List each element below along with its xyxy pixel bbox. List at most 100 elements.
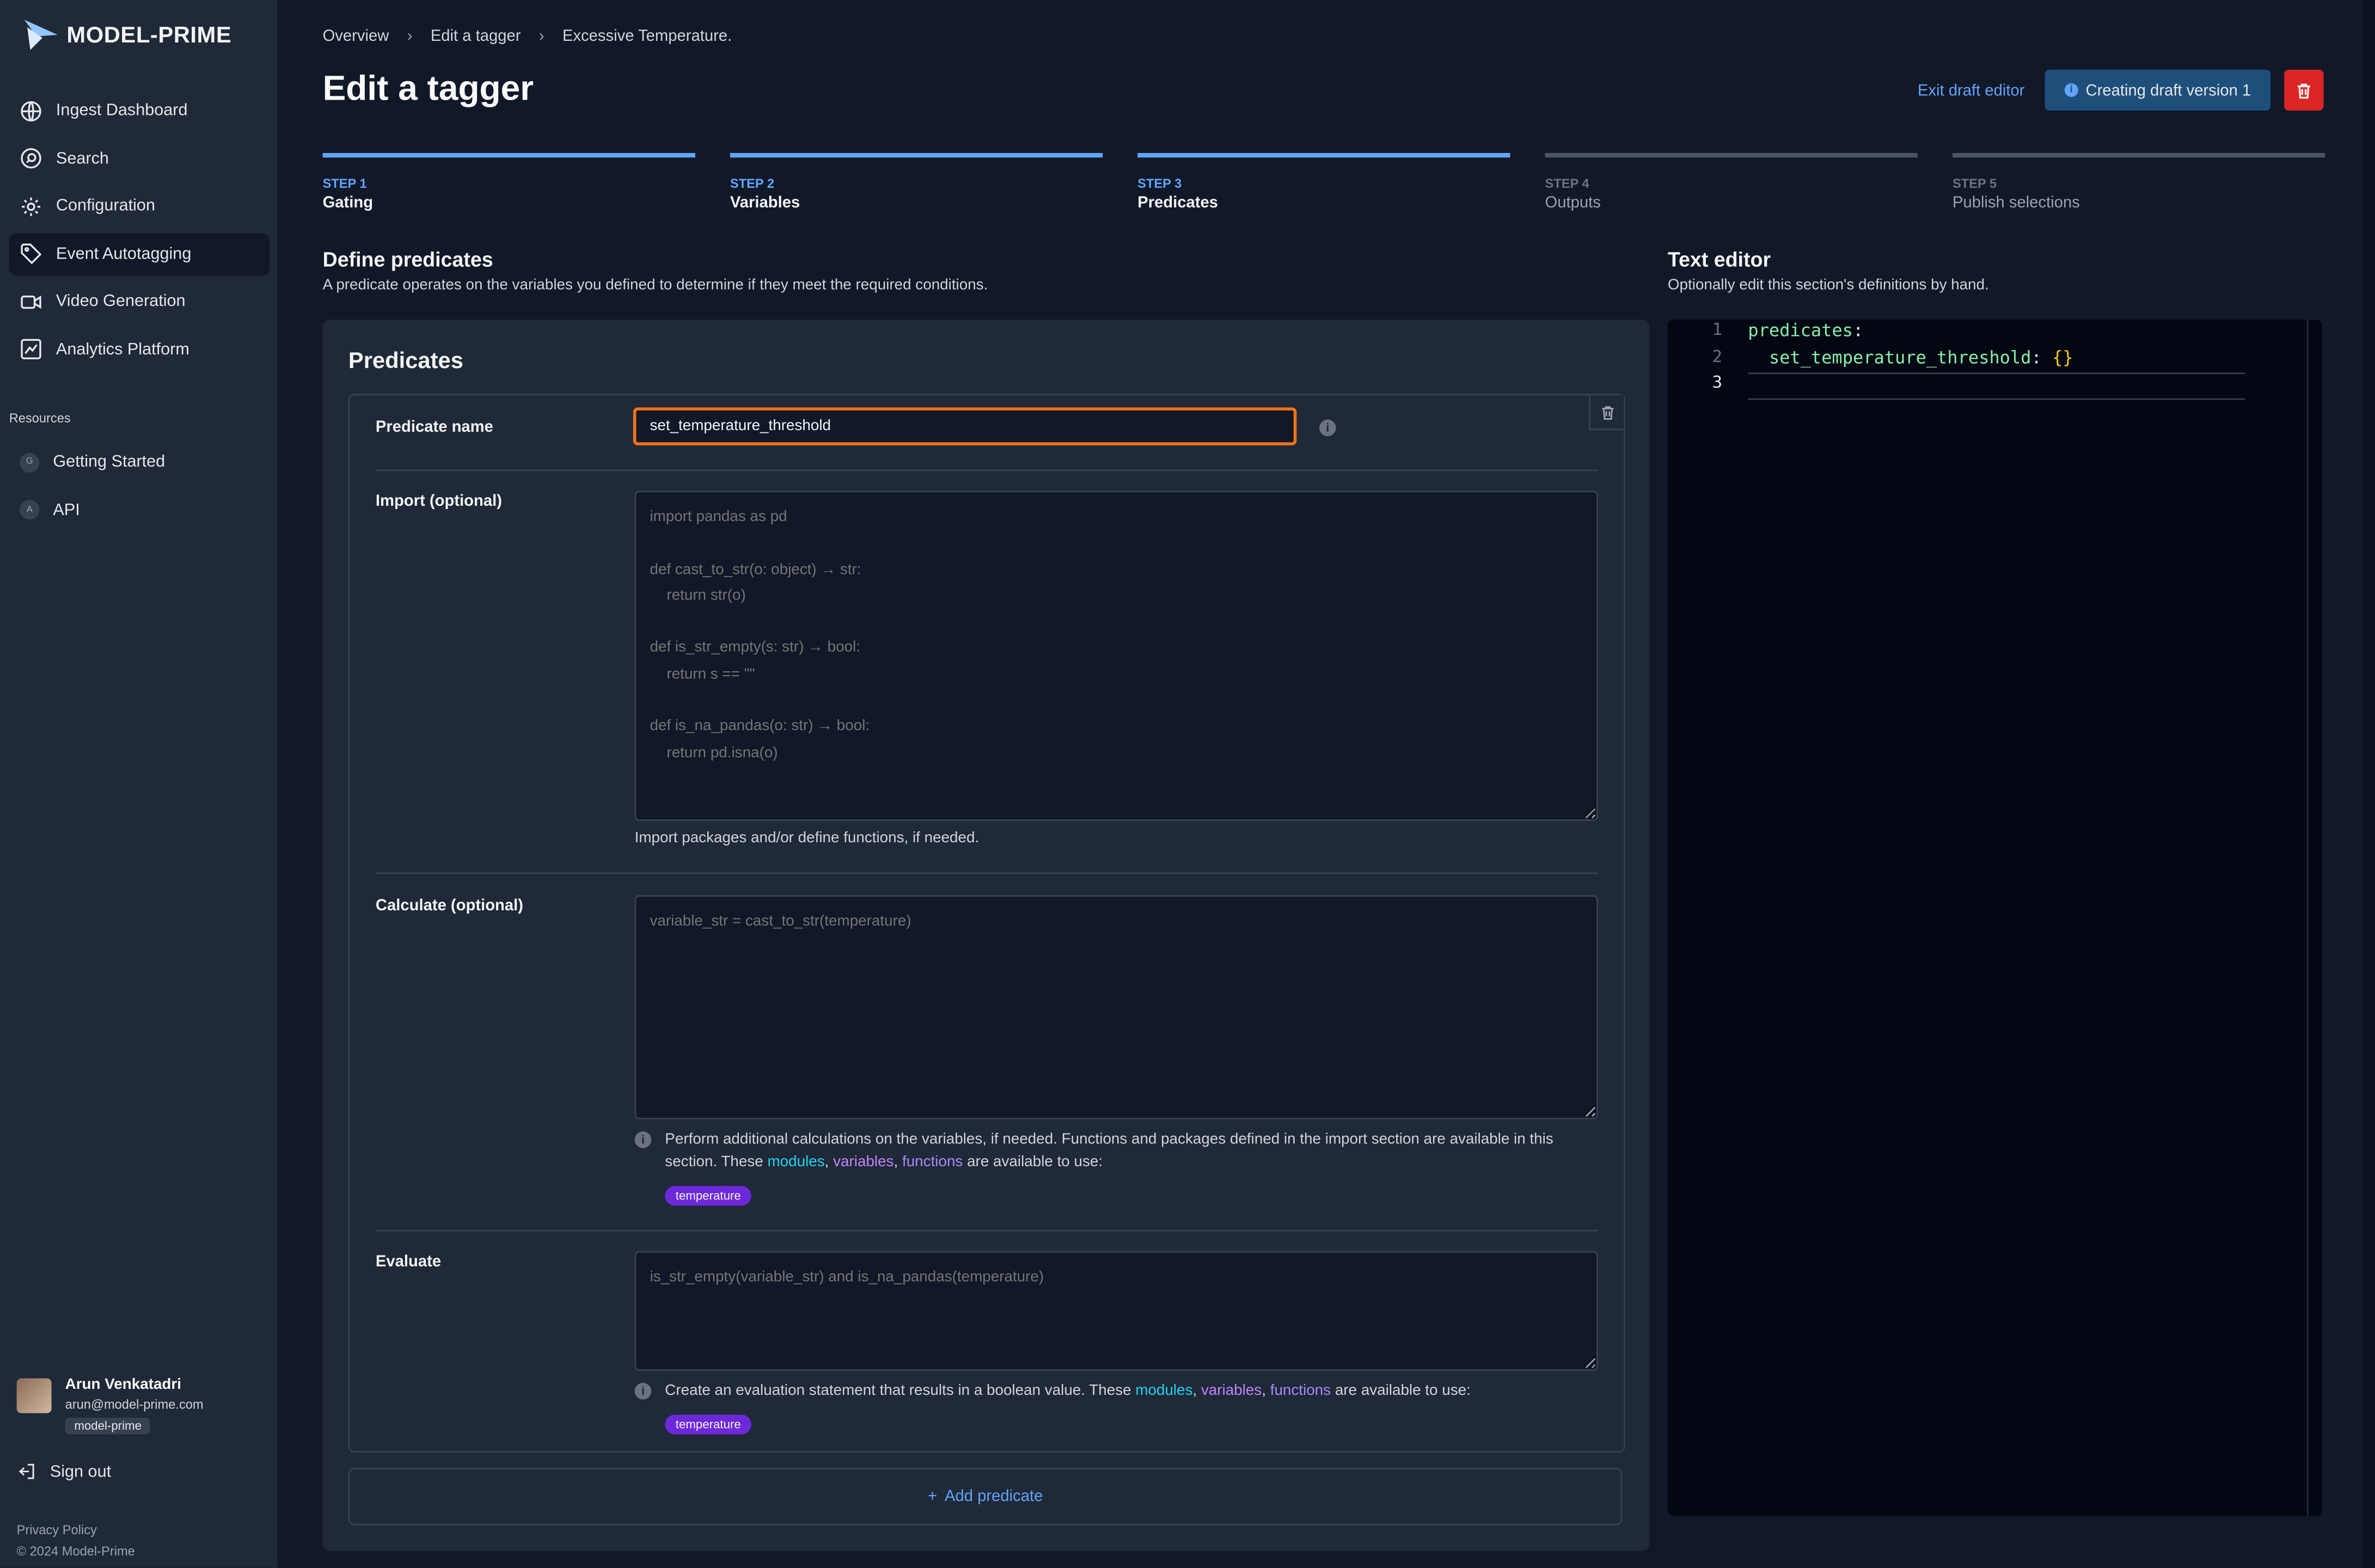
calculate-textarea[interactable] xyxy=(634,895,1599,1119)
add-predicate-button[interactable]: + Add predicate xyxy=(348,1467,1623,1526)
org-badge: model-prime xyxy=(65,1417,151,1435)
evaluate-help-text: Create an evaluation statement that resu… xyxy=(665,1382,1471,1400)
delete-draft-button[interactable] xyxy=(2284,69,2324,111)
evaluate-textarea[interactable] xyxy=(634,1251,1599,1371)
resource-label: Getting Started xyxy=(53,452,166,471)
chart-icon xyxy=(21,339,41,360)
step-name: Predicates xyxy=(1137,194,1219,212)
sidebar-item-ingest-dashboard[interactable]: Ingest Dashboard xyxy=(9,89,270,132)
step-number: STEP 4 xyxy=(1545,175,1589,191)
modules-link[interactable]: modules xyxy=(1135,1383,1192,1400)
info-icon[interactable]: i xyxy=(1319,419,1336,437)
sign-out-label: Sign out xyxy=(50,1462,112,1481)
help-text: are available to use: xyxy=(967,1154,1103,1171)
predicate-name-label: Predicate name xyxy=(375,418,493,437)
privacy-policy-link[interactable]: Privacy Policy xyxy=(17,1519,135,1540)
step-number: STEP 3 xyxy=(1137,175,1182,191)
functions-link[interactable]: functions xyxy=(902,1154,963,1171)
line-number: 2 xyxy=(1712,346,1723,366)
resources-title: Resources xyxy=(9,410,71,426)
code-line: predicates: xyxy=(1748,320,1864,341)
avatar xyxy=(16,1378,52,1413)
step-name: Outputs xyxy=(1545,194,1601,212)
breadcrumb-item[interactable]: Excessive Temperature. xyxy=(562,27,732,45)
tag-icon xyxy=(21,244,42,265)
code-content[interactable]: predicates: set_temperature_threshold: {… xyxy=(1748,320,2245,400)
import-label: Import (optional) xyxy=(375,492,502,511)
resource-item-getting-started[interactable]: G Getting Started xyxy=(9,441,270,483)
delete-predicate-button[interactable] xyxy=(1589,395,1624,431)
step-number: STEP 2 xyxy=(730,175,774,191)
variables-link[interactable]: variables xyxy=(1201,1383,1262,1400)
evaluate-label: Evaluate xyxy=(375,1252,442,1271)
resource-badge: A xyxy=(20,500,40,520)
help-text: are available to use: xyxy=(1335,1382,1471,1400)
text-editor-desc: Optionally edit this section's definitio… xyxy=(1667,277,1989,294)
exit-draft-editor-button[interactable]: Exit draft editor xyxy=(1908,80,2034,101)
sign-out-icon xyxy=(19,1463,34,1479)
page-scrollbar[interactable] xyxy=(2362,0,2375,1568)
step-predicates[interactable]: STEP 3 Predicates xyxy=(1137,152,1510,212)
resource-badge: G xyxy=(20,452,40,472)
trash-icon xyxy=(1601,405,1613,419)
sidebar-item-video-generation[interactable]: Video Generation xyxy=(9,281,270,323)
logo[interactable]: MODEL-PRIME xyxy=(21,15,231,54)
page-title: Edit a tagger xyxy=(322,68,534,108)
info-icon: i xyxy=(634,1131,652,1148)
define-predicates-desc: A predicate operates on the variables yo… xyxy=(322,277,988,294)
step-name: Gating xyxy=(322,194,374,212)
editor-scrollbar[interactable] xyxy=(2306,320,2309,1516)
breadcrumb-item[interactable]: Overview xyxy=(323,27,389,45)
globe-icon xyxy=(21,100,41,121)
code-editor[interactable]: 1 2 3 predicates: set_temperature_thresh… xyxy=(1667,320,2322,1516)
variable-tag-temperature[interactable]: temperature xyxy=(665,1186,752,1206)
predicate-name-input[interactable] xyxy=(633,407,1297,445)
sidebar-item-configuration[interactable]: Configuration xyxy=(9,185,270,228)
sidebar-item-analytics-platform[interactable]: Analytics Platform xyxy=(9,329,270,371)
sidebar: MODEL-PRIME Ingest Dashboard Search Conf… xyxy=(0,0,278,1568)
info-icon: i xyxy=(634,1382,652,1400)
variable-tag-temperature[interactable]: temperature xyxy=(665,1414,752,1435)
user-email: arun@model-prime.com xyxy=(65,1396,204,1412)
step-name: Publish selections xyxy=(1952,194,2080,212)
sidebar-item-event-autotagging[interactable]: Event Autotagging xyxy=(9,232,270,275)
predicates-panel: Predicates Predicate name i Import (opti… xyxy=(322,320,1650,1551)
gear-icon xyxy=(22,197,40,216)
import-help-text: Import packages and/or define functions,… xyxy=(634,830,980,847)
logo-text: MODEL-PRIME xyxy=(66,22,232,48)
breadcrumb: Overview › Edit a tagger › Excessive Tem… xyxy=(323,27,732,45)
step-variables[interactable]: STEP 2 Variables xyxy=(730,152,1103,212)
modules-link[interactable]: modules xyxy=(767,1154,824,1171)
step-publish-selections[interactable]: STEP 5 Publish selections xyxy=(1952,152,2325,212)
copyright: © 2024 Model-Prime xyxy=(16,1543,135,1559)
step-outputs[interactable]: STEP 4 Outputs xyxy=(1545,152,1918,212)
define-predicates-title: Define predicates xyxy=(322,248,493,271)
draft-status-button[interactable]: i Creating draft version 1 xyxy=(2045,69,2271,111)
step-name: Variables xyxy=(730,194,800,212)
yaml-key: predicates xyxy=(1748,320,1853,341)
chevron-right-icon: › xyxy=(538,27,544,46)
sign-out-button[interactable]: Sign out xyxy=(17,1462,112,1481)
breadcrumb-item[interactable]: Edit a tagger xyxy=(431,27,521,45)
calculate-label: Calculate (optional) xyxy=(375,896,524,915)
line-number: 1 xyxy=(1712,320,1723,340)
trash-icon xyxy=(2297,83,2310,98)
import-textarea[interactable] xyxy=(634,491,1599,821)
line-gutter: 1 2 3 xyxy=(1668,320,1722,399)
sidebar-item-label: Analytics Platform xyxy=(56,340,189,359)
sidebar-item-label: Configuration xyxy=(56,197,155,216)
step-gating[interactable]: STEP 1 Gating xyxy=(322,152,695,212)
sidebar-item-label: Event Autotagging xyxy=(56,245,192,264)
sidebar-item-search[interactable]: Search xyxy=(9,137,270,180)
sidebar-footer: Privacy Policy © 2024 Model-Prime xyxy=(17,1519,135,1561)
user-name: Arun Venkatadri xyxy=(65,1376,182,1394)
resource-item-api[interactable]: A API xyxy=(9,488,270,531)
resources-list: G Getting Started A API xyxy=(9,441,270,537)
logo-icon xyxy=(24,20,58,50)
functions-link[interactable]: functions xyxy=(1270,1383,1331,1400)
add-predicate-label: Add predicate xyxy=(945,1487,1043,1506)
divider xyxy=(375,872,1599,874)
variables-link[interactable]: variables xyxy=(833,1154,893,1171)
predicates-title: Predicates xyxy=(348,348,463,375)
draft-status-label: Creating draft version 1 xyxy=(2085,81,2251,100)
